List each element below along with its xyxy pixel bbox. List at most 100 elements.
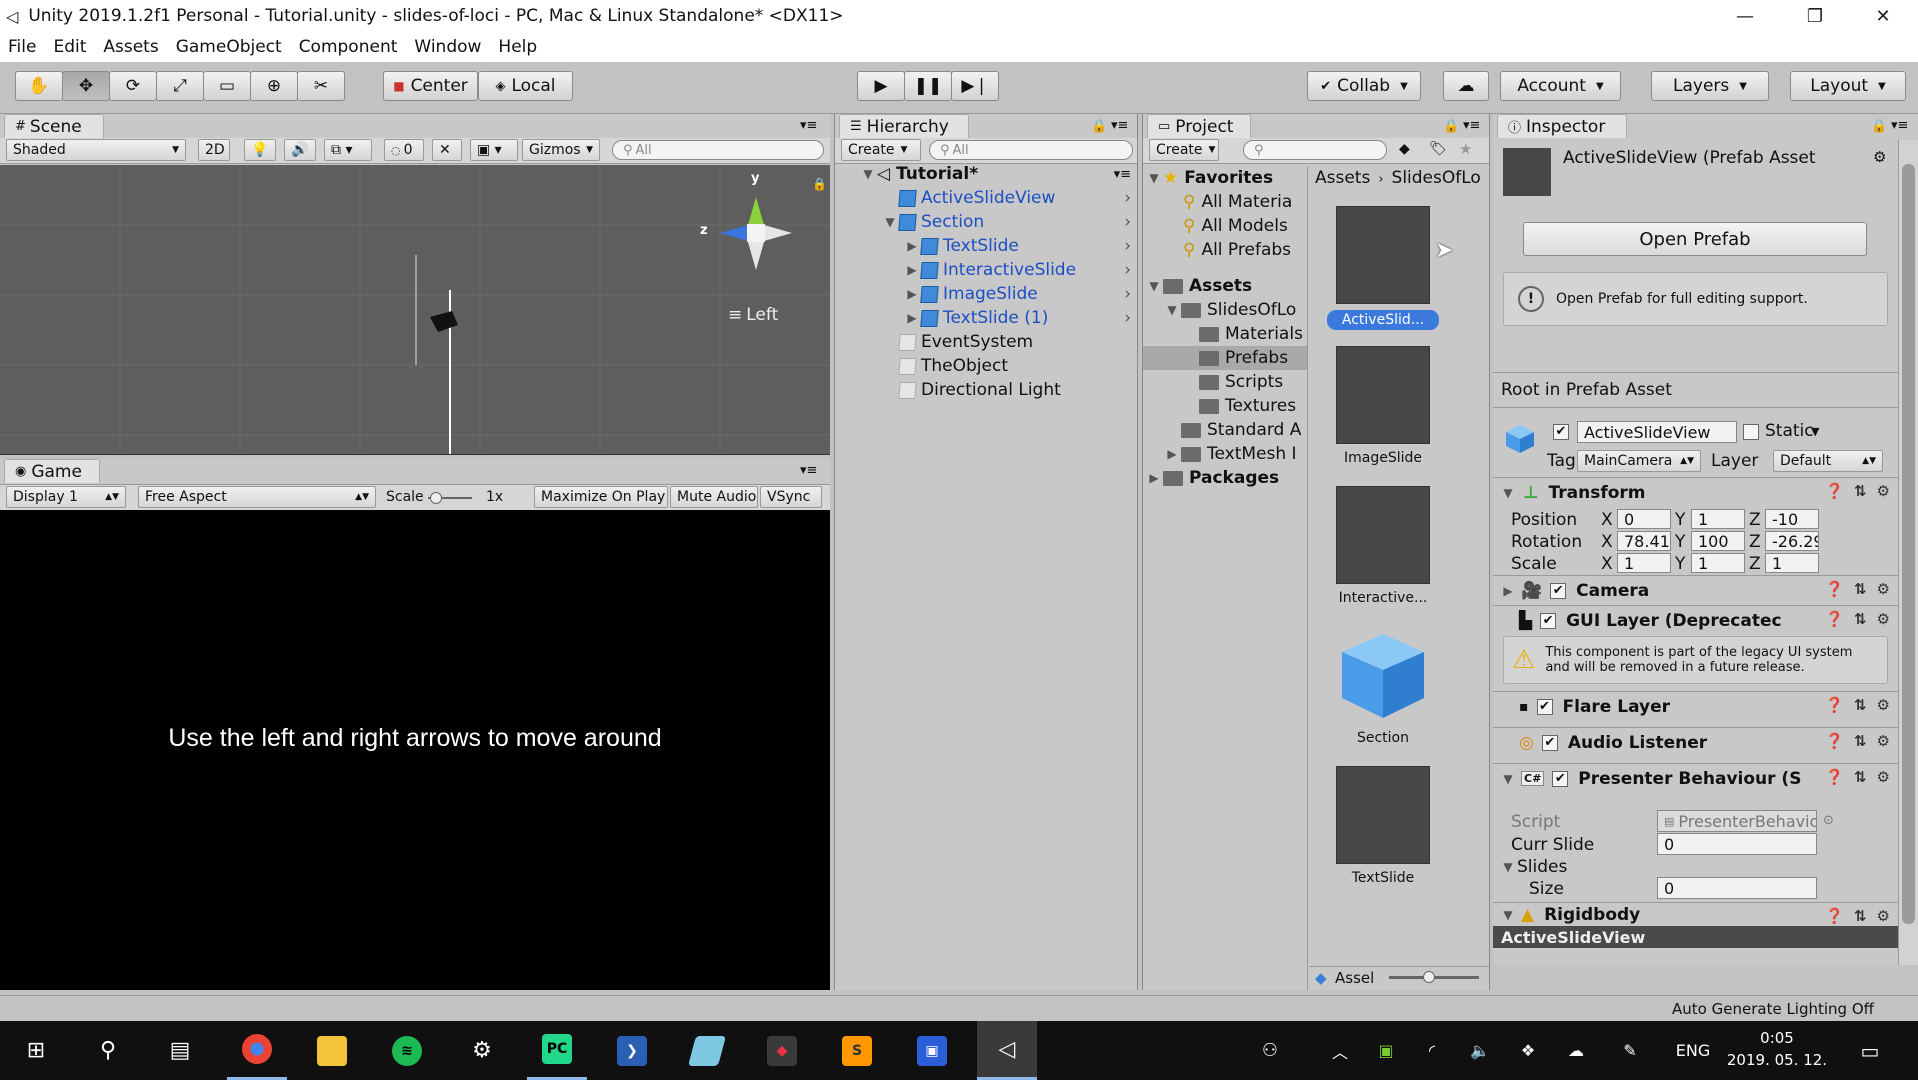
scene-view[interactable]: y z 🔒 ≡ Left (0, 165, 830, 455)
expand-arrow-icon[interactable]: ▼ (881, 215, 899, 229)
menu-window[interactable]: Window (414, 37, 481, 57)
tray-expand-icon[interactable]: ︿ (1320, 1021, 1360, 1080)
folder-tree-item[interactable]: ▶ TextMesh I (1143, 442, 1307, 466)
2d-toggle[interactable]: 2D (198, 139, 230, 161)
lighting-icon[interactable]: 💡 (244, 139, 276, 161)
expand-arrow-icon[interactable]: ▼ (1499, 772, 1517, 786)
menu-gameobject[interactable]: GameObject (176, 37, 282, 57)
gear-icon[interactable]: ⚙ (1877, 610, 1890, 628)
gizmos-dropdown[interactable]: Gizmos ▼ (522, 139, 600, 161)
shading-dropdown[interactable]: Shaded ▼ (6, 139, 186, 161)
gear-icon[interactable]: ⚙ (1877, 768, 1890, 786)
start-button[interactable]: ⊞ (6, 1021, 66, 1080)
transform-tool-icon[interactable]: ⊕ (250, 71, 298, 101)
project-search-input[interactable]: ⚲ (1243, 140, 1387, 160)
tab-hierarchy[interactable]: ☰ Hierarchy (839, 114, 969, 138)
expand-arrow-icon[interactable]: ▶ (903, 263, 921, 277)
static-checkbox[interactable] (1743, 424, 1759, 440)
view-label[interactable]: ≡ Left (728, 305, 778, 325)
maximize-button[interactable]: ❐ (1780, 0, 1850, 32)
tab-inspector[interactable]: ⓘ Inspector (1497, 114, 1627, 138)
object-picker-icon[interactable]: ⊙ (1823, 813, 1834, 828)
tools-icon[interactable]: ✕ (432, 139, 462, 161)
preset-icon[interactable]: ⇅ (1854, 732, 1867, 750)
gear-icon[interactable]: ⚙ (1877, 732, 1890, 750)
pivot-center-button[interactable]: ■ Center (383, 71, 478, 101)
folder-tree-item[interactable]: Prefabs (1143, 346, 1307, 370)
chevron-right-icon[interactable]: › (1124, 236, 1131, 256)
hierarchy-item[interactable]: EventSystem (835, 330, 1137, 354)
rect-tool-icon[interactable]: ▭ (203, 71, 251, 101)
menu-assets[interactable]: Assets (103, 37, 158, 57)
inspector-menu-icon[interactable]: ▾≡ (1891, 118, 1908, 133)
slides-foldout[interactable]: ▼ Slides (1499, 857, 1567, 877)
filter-type-icon[interactable]: ◆ (1399, 141, 1410, 157)
asset-activeslideview[interactable]: ActiveSlid... (1313, 206, 1453, 330)
minimize-button[interactable]: — (1710, 0, 1780, 32)
taskbar-gitkraken[interactable]: ◆ (752, 1021, 812, 1080)
preset-icon[interactable]: ⇅ (1854, 696, 1867, 714)
asset-section[interactable]: Section (1313, 626, 1453, 746)
camera-icon[interactable]: ▣ ▾ (470, 139, 518, 161)
audio-listener-component-header[interactable]: ◎ ✔ Audio Listener ❓ ⇅ ⚙ (1493, 727, 1898, 757)
taskbar-unity[interactable]: ◁ (977, 1021, 1037, 1080)
help-icon[interactable]: ❓ (1825, 907, 1844, 925)
help-icon[interactable]: ❓ (1825, 732, 1844, 750)
taskbar-save-app[interactable]: ▣ (902, 1021, 962, 1080)
favorite-item[interactable]: ⚲ All Prefabs (1183, 238, 1291, 262)
custom-tool-icon[interactable]: ✂ (297, 71, 345, 101)
hierarchy-item[interactable]: Directional Light (835, 378, 1137, 402)
script-field[interactable]: ▤ PresenterBehavic (1657, 810, 1817, 832)
help-icon[interactable]: ❓ (1825, 580, 1844, 598)
mute-audio-toggle[interactable]: Mute Audio (670, 486, 758, 508)
notification-icon[interactable]: ▭ (1840, 1021, 1900, 1080)
flare-layer-component-header[interactable]: ▪ ✔ Flare Layer ❓ ⇅ ⚙ (1493, 691, 1898, 721)
preset-icon[interactable]: ⇅ (1854, 580, 1867, 598)
asset-imageslide[interactable]: ImageSlide (1313, 346, 1453, 466)
orientation-gizmo[interactable]: y z (700, 171, 810, 295)
lighting-status[interactable]: Auto Generate Lighting Off (1672, 1000, 1874, 1018)
expand-arrow-icon[interactable]: ▼ (1499, 860, 1517, 874)
dropbox-icon[interactable]: ❖ (1508, 1021, 1548, 1080)
menu-file[interactable]: File (8, 37, 36, 57)
taskbar-sublime[interactable]: S (827, 1021, 887, 1080)
hierarchy-search-input[interactable]: ⚲ All (929, 140, 1133, 160)
expand-arrow-icon[interactable]: ▼ (1145, 171, 1163, 185)
gear-icon[interactable]: ⚙ (1873, 148, 1886, 166)
hierarchy-lock-icon[interactable]: 🔒 (1091, 119, 1107, 134)
expand-arrow-icon[interactable]: ▶ (1145, 471, 1163, 485)
inspector-preview-bar[interactable]: ActiveSlideView (1493, 926, 1898, 948)
audio-icon[interactable]: 🔊 (284, 139, 316, 161)
taskbar-app[interactable] (677, 1021, 737, 1080)
audio-enabled-checkbox[interactable]: ✔ (1541, 734, 1558, 751)
layer-dropdown[interactable]: Default ▲▼ (1773, 450, 1883, 472)
preset-icon[interactable]: ⇅ (1854, 610, 1867, 628)
wifi-icon[interactable]: ◜ (1412, 1021, 1452, 1080)
scene-search-input[interactable]: ⚲ All (612, 140, 824, 160)
gui-layer-enabled-checkbox[interactable]: ✔ (1540, 612, 1557, 629)
play-button[interactable]: ▶ (857, 71, 905, 101)
folder-tree-item[interactable]: Scripts (1143, 370, 1307, 394)
clock[interactable]: 0:05 2019. 05. 12. (1722, 1027, 1832, 1071)
layout-dropdown[interactable]: Layout ▼ (1790, 71, 1906, 101)
camera-component-header[interactable]: ▶ 🎥 ✔ Camera ❓ ⇅ ⚙ (1493, 575, 1898, 605)
pivot-local-button[interactable]: ◈ Local (478, 71, 573, 101)
folder-tree-item[interactable]: ▼ SlidesOfLo (1143, 298, 1307, 322)
breadcrumb-slidesofloci[interactable]: SlidesOfLo (1392, 168, 1481, 188)
tag-dropdown[interactable]: MainCamera ▲▼ (1577, 450, 1701, 472)
panel-menu-icon[interactable]: ▾≡ (800, 118, 817, 133)
tab-scene[interactable]: # Scene (4, 114, 104, 138)
packages-row[interactable]: ▶ Packages (1143, 466, 1279, 490)
rotation-x-input[interactable]: 78.419 (1617, 531, 1671, 551)
close-button[interactable]: ✕ (1848, 0, 1918, 32)
gui-layer-component-header[interactable]: ▙ ✔ GUI Layer (Deprecatec ❓ ⇅ ⚙ (1493, 605, 1898, 635)
taskbar-chrome[interactable] (227, 1021, 287, 1080)
tab-project[interactable]: ▭ Project (1147, 114, 1251, 138)
presenter-enabled-checkbox[interactable]: ✔ (1552, 770, 1569, 787)
hierarchy-menu-icon[interactable]: ▾≡ (1111, 118, 1128, 133)
move-tool-icon[interactable]: ✥ (62, 71, 110, 101)
people-icon[interactable]: ⚇ (1250, 1021, 1290, 1080)
gameobject-name-input[interactable]: ActiveSlideView (1577, 421, 1737, 443)
menu-edit[interactable]: Edit (53, 37, 86, 57)
scene-root-row[interactable]: ▼ ◁ Tutorial* ▾≡ (835, 162, 1137, 186)
